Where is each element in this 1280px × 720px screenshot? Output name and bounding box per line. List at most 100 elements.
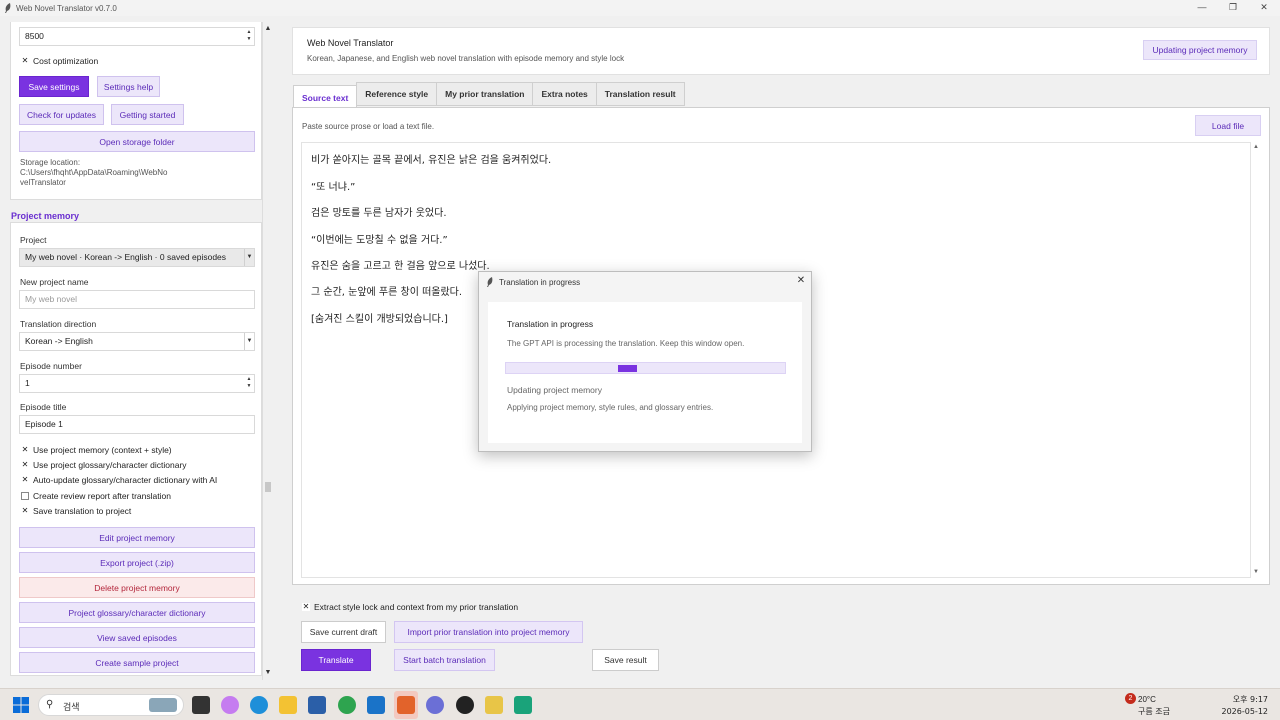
max-tokens-stepper[interactable]: ▲ ▼ bbox=[245, 29, 253, 44]
batch-translate-button[interactable]: Start batch translation bbox=[394, 649, 495, 671]
search-placeholder: 검색 bbox=[63, 703, 80, 713]
obs-icon[interactable] bbox=[456, 696, 474, 714]
notification-badge: 2 bbox=[1125, 693, 1136, 704]
windows-start-icon[interactable] bbox=[13, 697, 29, 713]
cost-optimization-checkbox[interactable]: ✕ Cost optimization bbox=[21, 56, 98, 66]
tab-extra-notes[interactable]: Extra notes bbox=[532, 82, 597, 106]
clock-date: 2026-05-12 bbox=[1221, 707, 1269, 716]
project-select[interactable]: My web novel · Korean -> English · 0 sav… bbox=[19, 248, 255, 267]
delete-project-memory-button[interactable]: Delete project memory bbox=[19, 577, 255, 598]
export-project-button[interactable]: Export project (.zip) bbox=[19, 552, 255, 573]
app-feather-icon bbox=[487, 277, 493, 287]
taskbar-search[interactable]: ⚲ 검색 bbox=[38, 694, 184, 716]
episode-title-label: Episode title bbox=[20, 402, 67, 412]
dialog-title: Translation in progress bbox=[499, 278, 581, 287]
minimize-button[interactable]: — bbox=[1186, 0, 1218, 14]
editor-hint: Paste source prose or load a text file. bbox=[302, 122, 435, 131]
scrollbar-thumb[interactable] bbox=[265, 482, 271, 492]
check-label: Auto-update glossary/character dictionar… bbox=[33, 475, 218, 485]
scroll-up-icon[interactable]: ▲ bbox=[1253, 144, 1259, 150]
checkmark-icon: ✕ bbox=[21, 460, 29, 469]
translation-progress-dialog: Translation in progress ✕ Translation in… bbox=[478, 271, 812, 452]
new-project-input[interactable]: My web novel bbox=[19, 290, 255, 309]
translate-button[interactable]: Translate bbox=[301, 649, 371, 671]
episode-number-input[interactable]: 1 ▲ ▼ bbox=[19, 374, 255, 393]
check-label: Use project glossary/character dictionar… bbox=[33, 460, 187, 470]
task-view-icon[interactable] bbox=[192, 696, 210, 714]
check-label: Use project memory (context + style) bbox=[33, 445, 172, 455]
save-draft-button[interactable]: Save current draft bbox=[301, 621, 386, 643]
project-glossary-button[interactable]: Project glossary/character dictionary bbox=[19, 602, 255, 623]
checkmark-icon: ✕ bbox=[21, 445, 29, 454]
scroll-down-icon[interactable]: ▼ bbox=[264, 669, 272, 677]
progress-bar bbox=[505, 362, 786, 374]
taskbar-clock[interactable]: 오후 9:17 2026-05-12 bbox=[1222, 694, 1269, 716]
storage-path-line1: C:\Users\fhqht\AppData\Roaming\WebNo bbox=[20, 168, 168, 177]
settings-sidebar: 8500 ▲ ▼ ✕ Cost optimization Save setting… bbox=[10, 22, 262, 678]
direction-select[interactable]: Korean -> English ▼ bbox=[19, 332, 255, 351]
edit-project-memory-button[interactable]: Edit project memory bbox=[19, 527, 255, 548]
storage-location: Storage location: C:\Users\fhqht\AppData… bbox=[20, 158, 167, 188]
app-header: Web Novel Translator Korean, Japanese, a… bbox=[292, 27, 1270, 75]
edge-icon[interactable] bbox=[250, 696, 268, 714]
project-label: Project bbox=[20, 235, 47, 245]
close-window-button[interactable]: ✕ bbox=[1248, 0, 1280, 14]
scroll-down-icon[interactable]: ▼ bbox=[1253, 569, 1259, 575]
project-memory-box: Project My web novel · Korean -> English… bbox=[10, 222, 262, 676]
app-feather-icon bbox=[5, 3, 11, 13]
import-prior-button[interactable]: Import prior translation into project me… bbox=[394, 621, 583, 643]
notes-icon[interactable] bbox=[485, 696, 503, 714]
use-glossary-checkbox[interactable]: ✕ Use project glossary/character diction… bbox=[21, 460, 187, 470]
status-button[interactable]: Updating project memory bbox=[1143, 40, 1257, 60]
progress-stage: Updating project memory bbox=[507, 385, 602, 395]
new-project-label: New project name bbox=[20, 277, 89, 287]
episode-number-value: 1 bbox=[25, 378, 30, 388]
search-icon: ⚲ bbox=[46, 699, 54, 710]
checkmark-icon: ✕ bbox=[21, 475, 29, 484]
max-tokens-input[interactable]: 8500 ▲ ▼ bbox=[19, 27, 255, 46]
load-file-button[interactable]: Load file bbox=[1195, 115, 1261, 136]
episode-title-input[interactable]: Episode 1 bbox=[19, 415, 255, 434]
use-project-memory-checkbox[interactable]: ✕ Use project memory (context + style) bbox=[21, 445, 172, 455]
sidebar-scrollbar[interactable]: ▲ ▼ bbox=[262, 22, 272, 680]
check-updates-button[interactable]: Check for updates bbox=[19, 104, 104, 125]
scroll-up-icon[interactable]: ▲ bbox=[264, 25, 272, 33]
project-memory-heading: Project memory bbox=[11, 211, 80, 221]
review-report-checkbox[interactable]: Create review report after translation bbox=[21, 491, 171, 501]
open-storage-button[interactable]: Open storage folder bbox=[19, 131, 255, 152]
text-line: 비가 쏟아지는 골목 끝에서, 유진은 낡은 검을 움켜쥐었다. bbox=[311, 155, 552, 166]
mail-icon[interactable] bbox=[367, 696, 385, 714]
textarea-scrollbar[interactable]: ▲ ▼ bbox=[1252, 143, 1262, 579]
tab-prior-translation[interactable]: My prior translation bbox=[436, 82, 534, 106]
notepad-icon[interactable] bbox=[514, 696, 532, 714]
auto-update-glossary-checkbox[interactable]: ✕ Auto-update glossary/character diction… bbox=[21, 475, 217, 485]
text-line: 검은 망토를 두른 남자가 웃었다. bbox=[311, 208, 447, 219]
settings-box: 8500 ▲ ▼ ✕ Cost optimization Save setting… bbox=[10, 22, 262, 200]
save-settings-button[interactable]: Save settings bbox=[19, 76, 89, 97]
episode-number-stepper[interactable]: ▲ ▼ bbox=[245, 376, 253, 391]
close-icon: ✕ bbox=[1260, 1, 1268, 12]
view-saved-episodes-button[interactable]: View saved episodes bbox=[19, 627, 255, 648]
text-line: “이번에는 도망칠 수 없을 거다.” bbox=[311, 235, 448, 246]
discord-icon[interactable] bbox=[426, 696, 444, 714]
project-value: My web novel · Korean -> English · 0 sav… bbox=[25, 252, 227, 262]
check-label: Create review report after translation bbox=[33, 491, 171, 501]
store-icon[interactable] bbox=[308, 696, 326, 714]
translator-app-icon[interactable] bbox=[397, 696, 415, 714]
create-sample-project-button[interactable]: Create sample project bbox=[19, 652, 255, 673]
settings-help-button[interactable]: Settings help bbox=[97, 76, 160, 97]
chrome-icon[interactable] bbox=[338, 696, 356, 714]
save-result-button[interactable]: Save result bbox=[592, 649, 659, 671]
maximize-button[interactable]: ❐ bbox=[1217, 0, 1249, 14]
copilot-icon[interactable] bbox=[221, 696, 239, 714]
tab-translation-result[interactable]: Translation result bbox=[595, 82, 685, 106]
check-label: Save translation to project bbox=[33, 506, 132, 516]
extract-style-checkbox[interactable]: ✕ Extract style lock and context from my… bbox=[302, 602, 518, 612]
close-icon[interactable]: ✕ bbox=[795, 275, 807, 287]
storage-path-line2: velTranslator bbox=[20, 178, 66, 187]
getting-started-button[interactable]: Getting started bbox=[111, 104, 184, 125]
storage-label: Storage location: bbox=[20, 158, 81, 167]
tab-reference-style[interactable]: Reference style bbox=[356, 82, 438, 106]
save-to-project-checkbox[interactable]: ✕ Save translation to project bbox=[21, 506, 131, 516]
file-explorer-icon[interactable] bbox=[279, 696, 297, 714]
